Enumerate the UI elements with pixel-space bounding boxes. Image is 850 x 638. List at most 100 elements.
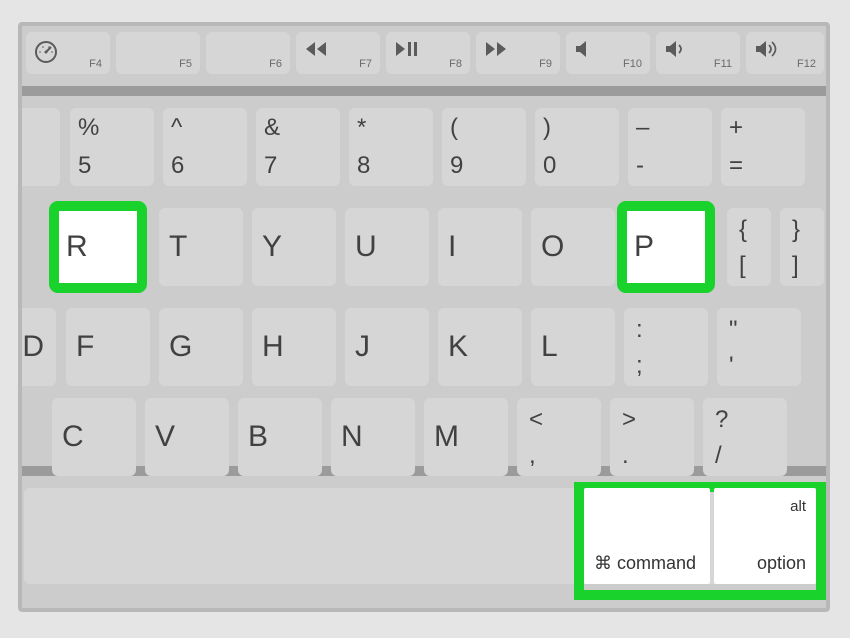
key-0[interactable]: )0 (535, 108, 619, 186)
keyboard: F4 F5 F6 F7 F8 F9 F10 F11 F12 $4 %5 ^6 &… (18, 22, 830, 612)
key-slash[interactable]: ?/ (703, 398, 787, 476)
key-top: > (622, 406, 636, 434)
key-option[interactable]: alt option (714, 488, 816, 584)
key-top: * (357, 114, 366, 142)
volume-up-icon (754, 40, 782, 58)
key-label: U (355, 230, 377, 264)
key-r[interactable]: R (56, 208, 140, 286)
key-6[interactable]: ^6 (163, 108, 247, 186)
key-semicolon[interactable]: :; (624, 308, 708, 386)
key-f11[interactable]: F11 (656, 32, 740, 74)
key-minus[interactable]: –- (628, 108, 712, 186)
key-j[interactable]: J (345, 308, 429, 386)
key-label: K (448, 330, 468, 364)
key-top: " (729, 316, 738, 344)
key-bottom: 8 (357, 152, 370, 180)
key-bottom: 5 (78, 152, 91, 180)
fn-label: F9 (539, 58, 552, 70)
volume-down-icon (664, 40, 688, 58)
key-period[interactable]: >. (610, 398, 694, 476)
key-f9[interactable]: F9 (476, 32, 560, 74)
key-l[interactable]: L (531, 308, 615, 386)
option-label: option (757, 553, 806, 574)
key-bottom: = (729, 152, 743, 180)
rewind-icon (304, 40, 328, 58)
key-top: ) (543, 114, 551, 142)
key-label: N (341, 420, 363, 454)
key-bottom: - (636, 152, 644, 180)
key-u[interactable]: U (345, 208, 429, 286)
key-f[interactable]: F (66, 308, 150, 386)
key-v[interactable]: V (145, 398, 229, 476)
key-label: L (541, 330, 558, 364)
key-f12[interactable]: F12 (746, 32, 824, 74)
key-t[interactable]: T (159, 208, 243, 286)
key-top: ^ (171, 114, 182, 142)
key-7[interactable]: &7 (256, 108, 340, 186)
key-g[interactable]: G (159, 308, 243, 386)
key-label: D (22, 330, 44, 364)
key-bracket-right[interactable]: }] (780, 208, 824, 286)
alt-label: alt (790, 498, 806, 515)
key-p[interactable]: P (624, 208, 708, 286)
key-top: & (264, 114, 280, 142)
key-top: } (792, 216, 800, 244)
key-label: P (634, 230, 654, 264)
play-pause-icon (394, 40, 420, 58)
fast-forward-icon (484, 40, 508, 58)
key-label: R (66, 230, 88, 264)
key-f5[interactable]: F5 (116, 32, 200, 74)
key-i[interactable]: I (438, 208, 522, 286)
key-bottom: 7 (264, 152, 277, 180)
key-label: M (434, 420, 459, 454)
key-b[interactable]: B (238, 398, 322, 476)
key-4[interactable]: $4 (18, 108, 60, 186)
key-k[interactable]: K (438, 308, 522, 386)
key-c[interactable]: C (52, 398, 136, 476)
key-bottom: 9 (450, 152, 463, 180)
key-bottom: 6 (171, 152, 184, 180)
row-gap (22, 86, 826, 96)
key-y[interactable]: Y (252, 208, 336, 286)
key-m[interactable]: M (424, 398, 508, 476)
key-equals[interactable]: += (721, 108, 805, 186)
key-comma[interactable]: <, (517, 398, 601, 476)
command-icon: ⌘ command (594, 553, 696, 574)
key-label: F (76, 330, 94, 364)
key-bottom: ] (792, 252, 799, 280)
key-bottom: ; (636, 352, 643, 380)
key-label: O (541, 230, 564, 264)
key-f8[interactable]: F8 (386, 32, 470, 74)
key-bottom: 0 (543, 152, 556, 180)
key-bottom: / (715, 442, 722, 470)
keyboard-illustration: F4 F5 F6 F7 F8 F9 F10 F11 F12 $4 %5 ^6 &… (0, 0, 850, 638)
key-d[interactable]: D (18, 308, 56, 386)
key-8[interactable]: *8 (349, 108, 433, 186)
key-top: + (729, 114, 743, 142)
key-bottom: , (529, 442, 536, 470)
key-f7[interactable]: F7 (296, 32, 380, 74)
key-command[interactable]: ⌘ command (584, 488, 710, 584)
key-label: Y (262, 230, 282, 264)
fn-label: F5 (179, 58, 192, 70)
key-f10[interactable]: F10 (566, 32, 650, 74)
key-label: J (355, 330, 370, 364)
key-f6[interactable]: F6 (206, 32, 290, 74)
key-f4[interactable]: F4 (26, 32, 110, 74)
key-label: H (262, 330, 284, 364)
key-label: T (169, 230, 187, 264)
fn-label: F7 (359, 58, 372, 70)
key-label: V (155, 420, 175, 454)
fn-label: F11 (714, 58, 732, 70)
key-label: B (248, 420, 268, 454)
key-5[interactable]: %5 (70, 108, 154, 186)
key-h[interactable]: H (252, 308, 336, 386)
mute-icon (574, 40, 594, 58)
key-n[interactable]: N (331, 398, 415, 476)
key-9[interactable]: (9 (442, 108, 526, 186)
cmd-glyph: ⌘ (594, 553, 612, 573)
key-bracket-left[interactable]: {[ (727, 208, 771, 286)
key-o[interactable]: O (531, 208, 615, 286)
key-top: ( (450, 114, 458, 142)
key-quote[interactable]: "' (717, 308, 801, 386)
